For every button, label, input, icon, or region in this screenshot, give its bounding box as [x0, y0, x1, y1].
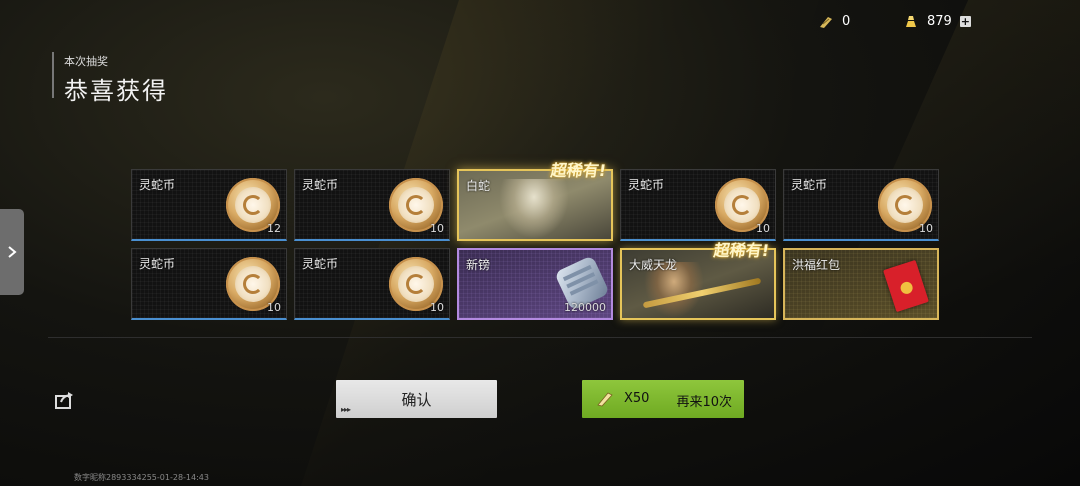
- reward-card-legendary[interactable]: 洪福红包: [783, 248, 939, 320]
- reward-card[interactable]: 灵蛇币 10: [620, 169, 776, 241]
- white-snake-character-art: [499, 179, 569, 239]
- confirm-button[interactable]: 确认 ▸▸▸: [336, 380, 497, 418]
- reward-count: 120000: [564, 301, 606, 314]
- page-header: 本次抽奖 恭喜获得: [52, 52, 168, 105]
- red-envelope-icon: [883, 259, 929, 313]
- super-rare-tag: 超稀有!: [549, 161, 608, 180]
- draw-again-label: 再来10次: [676, 395, 732, 410]
- ticket-currency: 0: [818, 14, 850, 29]
- reward-name: 灵蛇币: [628, 178, 665, 192]
- reward-name: 灵蛇币: [139, 178, 176, 192]
- reward-card[interactable]: 灵蛇币 10: [294, 248, 450, 320]
- reward-card[interactable]: 灵蛇币 12: [131, 169, 287, 241]
- reward-name: 新镑: [466, 258, 491, 272]
- reward-name: 洪福红包: [792, 258, 841, 272]
- page-subtitle: 本次抽奖: [64, 55, 108, 68]
- reward-name: 灵蛇币: [302, 178, 339, 192]
- reward-count: 12: [267, 222, 281, 235]
- ticket-icon: [820, 16, 832, 28]
- reward-count: 10: [430, 222, 444, 235]
- reward-count: 10: [430, 301, 444, 314]
- share-icon[interactable]: [54, 390, 74, 410]
- player-id-footer: 数字昵称2893334255-01-28-14:43: [74, 473, 209, 482]
- confirm-button-label: 确认: [401, 390, 432, 409]
- reward-card[interactable]: 灵蛇币 10: [783, 169, 939, 241]
- ticket-count: 0: [842, 14, 851, 29]
- super-rare-tag: 超稀有!: [712, 241, 771, 260]
- ticket-icon: [597, 392, 613, 407]
- page-title: 恭喜获得: [64, 77, 168, 105]
- reward-name: 大威天龙: [629, 258, 678, 272]
- draw-again-button[interactable]: X50 再来10次: [582, 380, 744, 418]
- reward-name: 白蛇: [466, 179, 491, 193]
- reward-card[interactable]: 灵蛇币 10: [131, 248, 287, 320]
- chevron-right-icon: [8, 246, 17, 258]
- reward-name: 灵蛇币: [302, 257, 339, 271]
- reward-name: 灵蛇币: [791, 178, 828, 192]
- gold-count: 879: [927, 14, 952, 29]
- reward-count: 10: [919, 222, 933, 235]
- reward-grid: 灵蛇币 12 灵蛇币 10 白蛇 灵蛇币 10 灵蛇币 10 灵蛇币 10 灵蛇…: [131, 161, 941, 322]
- add-gold-button[interactable]: +: [959, 16, 971, 27]
- reward-card[interactable]: 灵蛇币 10: [294, 169, 450, 241]
- button-dots-decoration: ▸▸▸: [341, 405, 351, 414]
- reward-count: 10: [267, 301, 281, 314]
- reward-count: 10: [756, 222, 770, 235]
- reward-card-epic[interactable]: 新镑 120000: [457, 248, 613, 320]
- draw-cost: X50: [624, 391, 650, 406]
- divider-line: [48, 337, 1032, 338]
- gold-bars-icon: [906, 15, 916, 27]
- gold-currency: 879 +: [903, 14, 971, 29]
- side-panel-toggle[interactable]: [0, 209, 24, 295]
- reward-name: 灵蛇币: [139, 257, 176, 271]
